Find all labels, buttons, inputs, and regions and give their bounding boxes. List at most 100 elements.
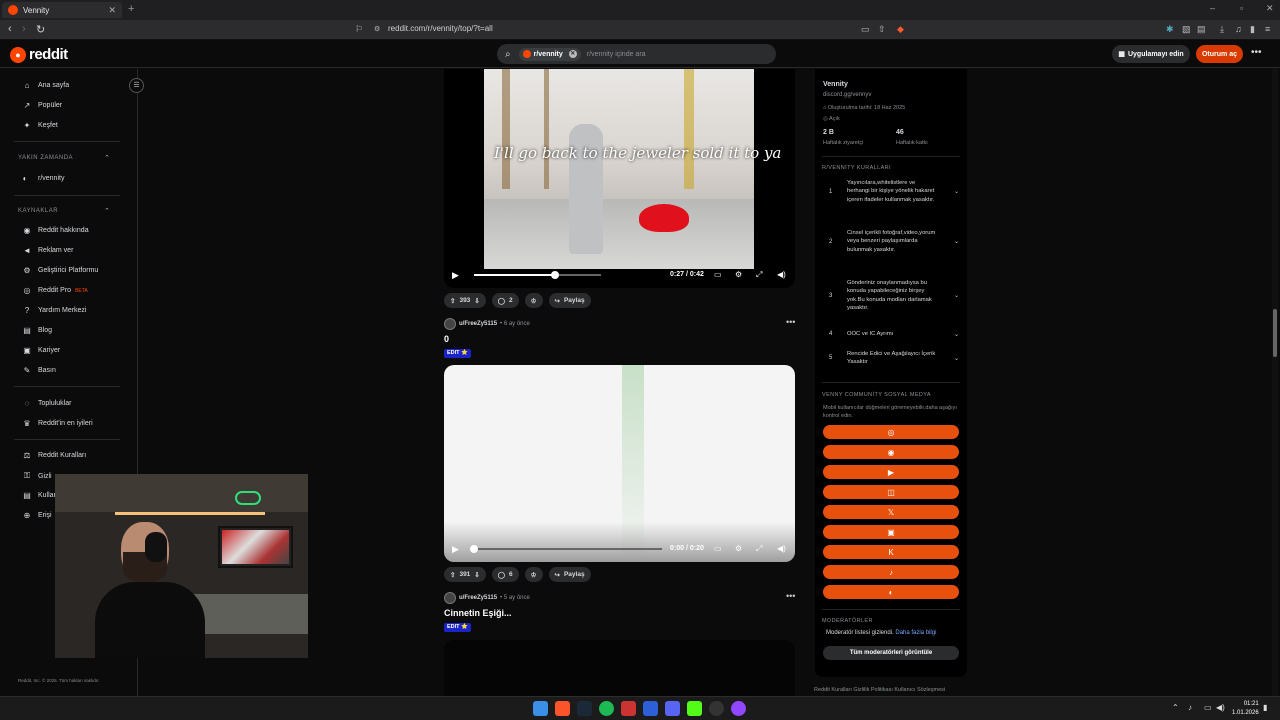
chevron-up-icon[interactable]: ⌃ — [104, 154, 110, 162]
network-icon[interactable]: ▭ — [1204, 703, 1212, 712]
vote-pill[interactable]: ⇧ 391 ⇩ — [444, 567, 486, 582]
community-link[interactable]: discord.gg/vennyv — [823, 92, 871, 98]
captions-icon[interactable]: ▭ — [714, 544, 722, 553]
subreddit-chip[interactable]: r/vennity ✕ — [518, 47, 581, 61]
kick-icon[interactable] — [687, 701, 702, 716]
download-icon[interactable]: ⤓ — [1220, 24, 1224, 35]
obs-icon[interactable] — [709, 701, 724, 716]
post-flair[interactable]: EDIT ⭐ — [444, 623, 471, 632]
award-button[interactable]: ♔ — [524, 567, 543, 582]
upvote-icon[interactable]: ⇧ — [450, 297, 455, 305]
play-icon[interactable]: ▶ — [452, 544, 470, 555]
post-author[interactable]: u/FreeZy5115 — [459, 321, 497, 327]
media-icon[interactable]: ♫ — [1235, 24, 1242, 34]
post-options-icon[interactable]: ••• — [786, 591, 795, 601]
nav-communities[interactable]: ◌ Topluluklar — [22, 399, 72, 408]
post-title[interactable]: 0 — [444, 334, 449, 344]
post-video-player[interactable]: I'll go back to the jeweler sold it to y… — [444, 69, 795, 288]
system-clock[interactable]: 01:21 1.01.2026 — [1232, 700, 1259, 718]
avatar[interactable] — [444, 318, 456, 330]
steam-icon[interactable] — [577, 701, 592, 716]
page-scrollbar[interactable] — [1272, 69, 1278, 696]
award-button[interactable]: ♔ — [524, 293, 543, 308]
volume-icon[interactable]: ◀) — [1216, 703, 1225, 712]
rule-item[interactable]: 1 Yayıncılara,whitelistlere ve herhangi b… — [829, 179, 959, 204]
social-tiktok-button[interactable]: ♪ — [823, 565, 959, 579]
minimize-icon[interactable]: – — [1210, 3, 1215, 13]
post-flair[interactable]: EDIT ⭐ — [444, 349, 471, 358]
maximize-icon[interactable]: ▫ — [1240, 3, 1243, 13]
search-bar[interactable]: ⌕ r/vennity ✕ r/vennity içinde ara — [497, 44, 776, 64]
settings-icon[interactable]: ⚙ — [735, 544, 742, 553]
chevron-down-icon[interactable]: ⌄ — [954, 331, 959, 338]
footer-links[interactable]: Reddit Kuralları Gizlilik Politikası Kul… — [814, 687, 945, 693]
site-info-icon[interactable]: ⚙ — [374, 25, 380, 33]
nav-explore[interactable]: ✦ Keşfet — [22, 121, 58, 130]
reddit-logo[interactable]: ● reddit — [10, 46, 68, 63]
recent-item-vennity[interactable]: ◐ r/vennity — [18, 174, 65, 183]
social-x-button[interactable]: 𝕏 — [823, 505, 959, 519]
captions-icon[interactable]: ▭ — [714, 270, 722, 279]
comments-button[interactable]: ◯ 2 — [491, 293, 519, 308]
forward-icon[interactable]: › — [22, 23, 26, 35]
social-kick-button[interactable]: K — [823, 545, 959, 559]
legal-user-agreement[interactable]: ▤ Kullan — [22, 491, 57, 500]
video-progress[interactable] — [474, 271, 601, 279]
close-window-icon[interactable]: ✕ — [1266, 3, 1274, 14]
upvote-icon[interactable]: ⇧ — [450, 571, 455, 579]
post-title[interactable]: Cinnetin Eşiği... — [444, 608, 512, 618]
app-icon[interactable] — [643, 701, 658, 716]
rule-item[interactable]: 4 OOC ve IC Ayrımı ⌄ — [829, 330, 959, 338]
sidebar-toggle-icon[interactable]: ▮ — [1250, 24, 1255, 35]
close-tab-icon[interactable]: ✕ — [108, 5, 116, 16]
social-instagram-button[interactable]: ◫ — [823, 485, 959, 499]
nav-best-of[interactable]: ♛ Reddit'in en iyileri — [22, 419, 92, 428]
legal-rules[interactable]: ⚖ Reddit Kuralları — [22, 451, 86, 460]
brave-shield-icon[interactable]: ◆ — [897, 24, 904, 35]
resource-press[interactable]: ✎ Basın — [22, 366, 56, 375]
reload-icon[interactable]: ↻ — [36, 23, 45, 36]
post-video-player[interactable] — [444, 640, 795, 696]
share-button[interactable]: ↪ Paylaş — [548, 293, 591, 308]
rule-item[interactable]: 2 Cinsel içerikli fotoğraf,video,yorum ve… — [829, 229, 959, 254]
bookmark-icon[interactable]: ⚐ — [355, 24, 363, 35]
post-options-icon[interactable]: ••• — [786, 317, 795, 327]
resource-advertise[interactable]: ◄ Reklam ver — [22, 246, 73, 255]
chevron-down-icon[interactable]: ⌄ — [954, 238, 959, 245]
nav-home[interactable]: ⌂ Ana sayfa — [22, 81, 70, 90]
url-text[interactable]: reddit.com/r/vennity/top/?t=all — [388, 24, 493, 33]
puzzle-icon[interactable]: ▧ — [1182, 24, 1191, 35]
new-tab-icon[interactable]: + — [128, 3, 134, 15]
rule-item[interactable]: 3 Gönderiniz onaylanmadıysa bu konuda yap… — [829, 279, 959, 313]
video-progress[interactable] — [470, 545, 662, 553]
recent-header[interactable]: YAKIN ZAMANDA — [18, 155, 73, 161]
spotify-icon[interactable] — [599, 701, 614, 716]
resources-header[interactable]: KAYNAKLAR — [18, 208, 58, 214]
play-icon[interactable]: ▶ — [452, 270, 470, 281]
mic-icon[interactable]: ♪ — [1188, 703, 1192, 712]
volume-icon[interactable]: ◀) — [777, 270, 786, 279]
notification-icon[interactable]: ▮ — [1263, 703, 1267, 712]
share-icon[interactable]: ⇧ — [878, 24, 886, 35]
avatar[interactable] — [444, 592, 456, 604]
legal-accessibility[interactable]: ⊕ Erişi — [22, 511, 52, 520]
social-twitch-button[interactable]: ▣ — [823, 525, 959, 539]
scrollbar-thumb[interactable] — [1273, 309, 1277, 357]
chevron-down-icon[interactable]: ⌄ — [954, 188, 959, 195]
social-web-button[interactable]: ◎ — [823, 425, 959, 439]
resource-help[interactable]: ? Yardım Merkezi — [22, 306, 87, 315]
resource-careers[interactable]: ▣ Kariyer — [22, 346, 60, 355]
social-steam-button[interactable]: ◐ — [823, 585, 959, 599]
social-youtube-button[interactable]: ▶ — [823, 465, 959, 479]
chevron-down-icon[interactable]: ⌄ — [954, 355, 959, 362]
more-options-icon[interactable]: ••• — [1251, 47, 1262, 58]
media-app-icon[interactable] — [621, 701, 636, 716]
tray-chevron-icon[interactable]: ⌃ — [1172, 703, 1179, 712]
clear-chip-icon[interactable]: ✕ — [568, 50, 577, 58]
settings-icon[interactable]: ⚙ — [735, 270, 742, 279]
screen-icon[interactable]: ▭ — [861, 24, 870, 35]
rule-item[interactable]: 5 Rencide Edici ve Aşağılayıcı İçerik Yas… — [829, 350, 959, 367]
nav-popular[interactable]: ↗ Popüler — [22, 101, 63, 110]
downvote-icon[interactable]: ⇩ — [474, 571, 479, 579]
menu-icon[interactable]: ≡ — [1265, 24, 1270, 34]
